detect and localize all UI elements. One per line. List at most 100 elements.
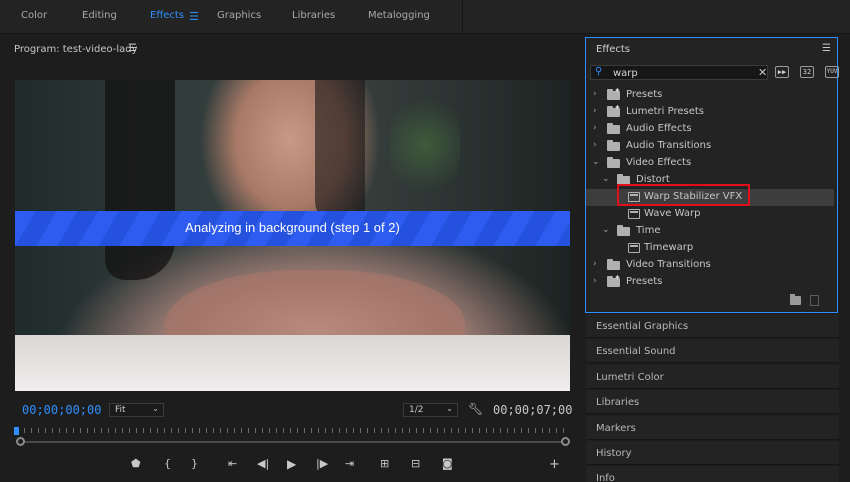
tree-item[interactable]: › ✦ Presets	[586, 273, 834, 291]
extract-icon[interactable]: ⊟	[411, 457, 420, 473]
folder-icon	[607, 123, 620, 134]
tree-item[interactable]: › Audio Effects	[586, 121, 834, 138]
resolution-select[interactable]: 1/2 ⌄	[403, 403, 458, 417]
effects-panel: Effects ☰ ⚲ ✕ ▶▶ 32 YUV › ✦ Presets › ✦ …	[585, 37, 839, 313]
star-icon: ✦	[614, 103, 621, 112]
zoom-value: Fit	[115, 405, 126, 415]
tree-item[interactable]: › Audio Transitions	[586, 138, 834, 155]
panel-libraries[interactable]: Libraries	[586, 390, 839, 414]
highlight-box	[617, 184, 750, 206]
step-forward-icon[interactable]: |▶	[316, 457, 328, 473]
zoom-handle-left[interactable]	[16, 437, 25, 446]
panel-label: Essential Sound	[596, 346, 676, 357]
tree-item[interactable]: ⌄ Video Effects	[586, 155, 834, 172]
panel-label: Info	[596, 473, 615, 482]
zoom-scrollbar[interactable]	[20, 441, 565, 443]
chevron-down-icon[interactable]: ⌄	[602, 174, 610, 184]
panel-markers[interactable]: Markers	[586, 416, 839, 440]
video-content	[105, 80, 175, 280]
tree-item[interactable]: Wave Warp	[586, 206, 834, 223]
chevron-down-icon: ⌄	[446, 404, 453, 413]
panel-lumetri-color[interactable]: Lumetri Color	[586, 365, 839, 389]
tree-item-label: Wave Warp	[644, 208, 701, 219]
tab-effects[interactable]: Effects	[150, 10, 184, 21]
effects-panel-title[interactable]: Effects	[596, 44, 630, 55]
analyzing-text: Analyzing in background (step 1 of 2)	[185, 220, 400, 235]
tree-item[interactable]: › ✦ Lumetri Presets	[586, 103, 834, 121]
time-ruler[interactable]	[17, 428, 565, 438]
tab-libraries[interactable]: Libraries	[292, 10, 335, 21]
tree-item-label: Time	[636, 225, 661, 236]
chevron-right-icon[interactable]: ›	[593, 259, 597, 269]
folder-icon	[607, 259, 620, 270]
zoom-select[interactable]: Fit ⌄	[109, 403, 164, 417]
effects-search[interactable]: ⚲ ✕	[590, 65, 768, 80]
panel-essential-graphics[interactable]: Essential Graphics	[586, 314, 839, 338]
tab-graphics[interactable]: Graphics	[217, 10, 261, 21]
panel-essential-sound[interactable]: Essential Sound	[586, 339, 839, 363]
yuv-effects-icon[interactable]: YUV	[825, 66, 839, 78]
chevron-down-icon: ⌄	[152, 404, 159, 413]
accelerated-effects-icon[interactable]: ▶▶	[775, 66, 789, 78]
effect-icon	[628, 209, 640, 219]
tree-item[interactable]: › Video Transitions	[586, 257, 834, 274]
video-frame[interactable]: Analyzing in background (step 1 of 2)	[15, 80, 570, 391]
folder-icon	[607, 140, 620, 151]
tree-item-label: Audio Transitions	[626, 140, 712, 151]
marker-icon[interactable]: ⬟	[131, 457, 141, 473]
chevron-right-icon[interactable]: ›	[593, 89, 597, 99]
tab-metalogging[interactable]: Metalogging	[368, 10, 430, 21]
panel-label: Markers	[596, 423, 636, 434]
panel-label: Libraries	[596, 397, 640, 408]
32bit-effects-icon[interactable]: 32	[800, 66, 814, 78]
program-title: Program: test-video-lady	[14, 44, 138, 55]
chevron-right-icon[interactable]: ›	[593, 140, 597, 150]
chevron-right-icon[interactable]: ›	[593, 106, 597, 116]
settings-wrench-icon[interactable]: 🔧︎	[468, 402, 483, 416]
tree-item[interactable]: › ✦ Presets	[586, 86, 834, 104]
new-bin-icon[interactable]	[790, 294, 801, 305]
tree-item[interactable]: ⌄ Time	[586, 223, 834, 240]
tree-item[interactable]: Timewarp	[586, 240, 834, 257]
chevron-down-icon[interactable]: ⌄	[592, 157, 600, 167]
chevron-down-icon[interactable]: ⌄	[602, 225, 610, 235]
video-content	[15, 335, 570, 391]
workspace-menu-icon[interactable]: ☰	[189, 10, 199, 23]
playhead[interactable]	[14, 427, 19, 435]
duration-timecode: 00;00;07;00	[493, 403, 573, 417]
go-to-out-icon[interactable]: ⇥	[345, 457, 354, 473]
effect-icon	[628, 243, 640, 253]
hamburger-icon[interactable]: ☰	[128, 43, 137, 54]
star-icon: ✦	[614, 273, 621, 282]
panel-label: Essential Graphics	[596, 321, 689, 332]
lift-icon[interactable]: ⊞	[380, 457, 389, 473]
add-button-icon[interactable]: +	[549, 457, 560, 473]
search-input[interactable]	[613, 67, 743, 79]
zoom-handle-right[interactable]	[561, 437, 570, 446]
panel-info[interactable]: Info	[586, 466, 839, 482]
play-icon[interactable]: ▶	[287, 457, 296, 473]
chevron-right-icon[interactable]: ›	[593, 276, 597, 286]
clear-icon[interactable]: ✕	[758, 66, 767, 79]
divider	[462, 0, 463, 34]
mark-out-icon[interactable]: }	[191, 457, 198, 473]
go-to-in-icon[interactable]: ⇤	[228, 457, 237, 473]
tree-item-label: Audio Effects	[626, 123, 692, 134]
export-frame-icon[interactable]: ◙	[442, 457, 453, 473]
hamburger-icon[interactable]: ☰	[822, 43, 831, 54]
mark-in-icon[interactable]: {	[164, 457, 171, 473]
tree-item-label: Video Effects	[626, 157, 692, 168]
panel-history[interactable]: History	[586, 441, 839, 465]
tab-editing[interactable]: Editing	[82, 10, 117, 21]
tree-item-label: Presets	[626, 276, 663, 287]
tab-color[interactable]: Color	[21, 10, 47, 21]
tree-item-label: Presets	[626, 89, 663, 100]
chevron-right-icon[interactable]: ›	[593, 123, 597, 133]
resolution-value: 1/2	[409, 405, 424, 415]
trash-icon[interactable]	[810, 295, 819, 306]
tree-item-label: Video Transitions	[626, 259, 711, 270]
current-timecode[interactable]: 00;00;00;00	[22, 403, 101, 417]
step-back-icon[interactable]: ◀|	[257, 457, 269, 473]
panel-label: Lumetri Color	[596, 372, 664, 383]
star-icon: ✦	[614, 86, 621, 95]
